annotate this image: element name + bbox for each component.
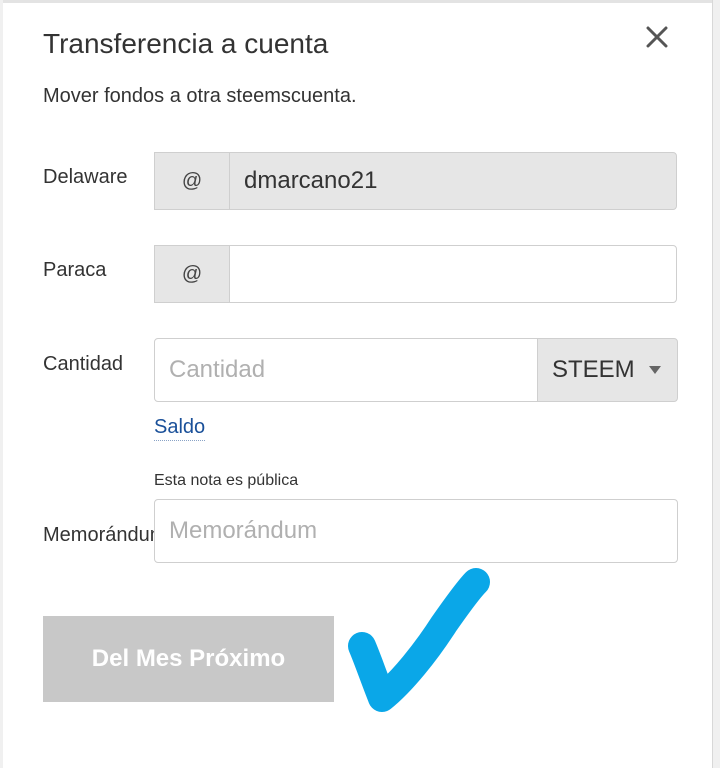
scroll-edge	[712, 0, 720, 768]
caret-down-icon	[649, 366, 661, 374]
to-account-field[interactable]	[229, 245, 677, 303]
amount-label: Cantidad	[43, 353, 124, 375]
amount-input[interactable]	[154, 338, 538, 402]
top-edge	[0, 0, 720, 3]
to-label: Paraca	[43, 259, 107, 281]
memo-label-container: Memorándum	[43, 524, 154, 547]
scroll-edge-line	[712, 0, 713, 768]
left-edge	[0, 0, 3, 768]
dialog-title: Transferencia a cuenta	[43, 28, 329, 59]
memo-label: Memorándum	[43, 524, 154, 546]
dialog-subtitle: Mover fondos a otra steemscuenta.	[43, 85, 357, 107]
close-icon	[646, 26, 668, 48]
from-at-prefix: @	[154, 152, 230, 210]
to-at-prefix: @	[154, 245, 230, 303]
balance-link[interactable]: Saldo	[154, 416, 206, 441]
currency-select[interactable]: STEEM	[537, 338, 678, 402]
currency-value: STEEM	[552, 356, 635, 383]
memo-public-note: Esta nota es pública	[154, 472, 299, 489]
from-label: Delaware	[43, 166, 128, 188]
close-button[interactable]	[640, 20, 674, 54]
memo-input[interactable]	[154, 499, 678, 563]
from-account-field[interactable]	[229, 152, 677, 210]
submit-button[interactable]: Del Mes Próximo	[43, 616, 334, 702]
checkmark-annotation-icon	[348, 568, 490, 712]
